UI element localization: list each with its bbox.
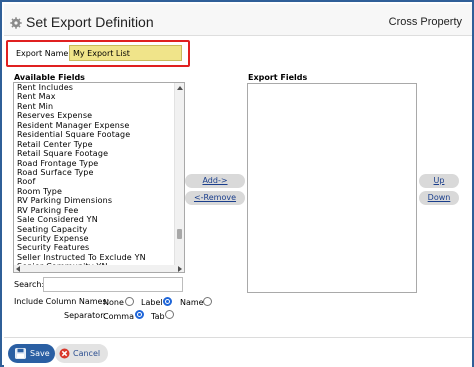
cancel-icon: [59, 348, 70, 359]
title-bar: Set Export Definition Cross Property: [4, 4, 472, 36]
radio-label-label: Label: [141, 298, 163, 307]
export-fields-label: Export Fields: [248, 73, 308, 82]
list-item[interactable]: Room Type: [14, 187, 174, 196]
add-field-button[interactable]: Add->: [185, 174, 245, 188]
radio-tab[interactable]: [165, 310, 174, 319]
list-item[interactable]: Road Frontage Type: [14, 159, 174, 168]
export-name-group: Export Name:: [6, 40, 190, 67]
radio-comma[interactable]: [135, 310, 144, 319]
dialog-title: Set Export Definition: [26, 14, 154, 30]
move-down-button[interactable]: Down: [419, 191, 459, 205]
list-item[interactable]: Seller Instructed To Exclude YN: [14, 253, 174, 262]
list-item[interactable]: Retail Square Footage: [14, 149, 174, 158]
available-fields-items: Rent Includes Rent Max Rent Min Reserves Ex…: [14, 83, 174, 272]
remove-field-button[interactable]: <-Remove: [185, 191, 245, 205]
radio-name[interactable]: [203, 297, 212, 306]
action-bar: Save Cancel: [4, 337, 472, 367]
available-fields-label: Available Fields: [14, 73, 85, 82]
search-input[interactable]: [43, 277, 183, 292]
export-definition-dialog: Set Export Definition Cross Property Exp…: [0, 0, 474, 367]
list-item[interactable]: Security Expense: [14, 234, 174, 243]
list-item[interactable]: Resident Manager Expense: [14, 121, 174, 130]
gear-icon: [10, 17, 22, 29]
context-label: Cross Property: [388, 16, 462, 28]
radio-label-comma: Comma: [103, 312, 134, 321]
floppy-disk-icon: [15, 348, 26, 359]
export-name-input[interactable]: [69, 45, 182, 61]
list-item[interactable]: Sale Considered YN: [14, 215, 174, 224]
list-item[interactable]: Rent Min: [14, 102, 174, 111]
list-item[interactable]: Roof: [14, 177, 174, 186]
list-item[interactable]: Rent Includes: [14, 83, 174, 92]
cancel-button-label: Cancel: [73, 349, 101, 358]
export-fields-list[interactable]: [247, 83, 417, 293]
list-item[interactable]: Reserves Expense: [14, 111, 174, 120]
list-item[interactable]: Rent Max: [14, 92, 174, 101]
horizontal-scrollbar[interactable]: [13, 265, 185, 273]
search-label: Search:: [14, 280, 45, 289]
include-column-names-label: Include Column Names:: [14, 297, 110, 306]
list-item[interactable]: Security Features: [14, 243, 174, 252]
available-fields-list[interactable]: Rent Includes Rent Max Rent Min Reserves Ex…: [13, 82, 185, 273]
scroll-up-arrow-icon[interactable]: [177, 86, 183, 90]
list-item[interactable]: RV Parking Dimensions: [14, 196, 174, 205]
list-item[interactable]: Seating Capacity: [14, 225, 174, 234]
save-button[interactable]: Save: [8, 344, 55, 363]
radio-label[interactable]: [163, 297, 172, 306]
radio-label-tab: Tab: [151, 312, 165, 321]
radio-none[interactable]: [125, 297, 134, 306]
radio-label-none: None: [103, 298, 124, 307]
scroll-left-arrow-icon[interactable]: [16, 266, 20, 272]
list-item[interactable]: Retail Center Type: [14, 140, 174, 149]
list-item[interactable]: RV Parking Fee: [14, 206, 174, 215]
vertical-scrollbar[interactable]: [174, 83, 184, 272]
export-name-label: Export Name:: [16, 49, 72, 58]
cancel-button[interactable]: Cancel: [55, 344, 108, 363]
scroll-thumb[interactable]: [177, 229, 182, 239]
list-item[interactable]: Residential Square Footage: [14, 130, 174, 139]
scroll-right-arrow-icon[interactable]: [178, 266, 182, 272]
list-item[interactable]: Road Surface Type: [14, 168, 174, 177]
radio-label-name: Name: [180, 298, 204, 307]
move-up-button[interactable]: Up: [419, 174, 459, 188]
save-button-label: Save: [30, 349, 50, 358]
separator-label: Separator:: [64, 311, 107, 320]
